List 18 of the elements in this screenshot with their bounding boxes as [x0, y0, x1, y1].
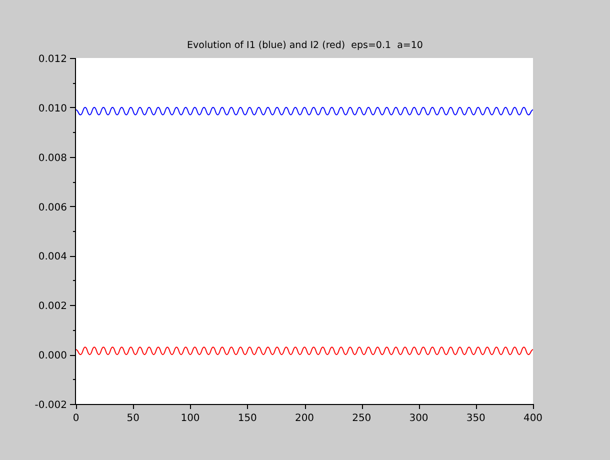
tick-label: 0.004 — [38, 252, 67, 263]
tick-label: 100 — [180, 413, 200, 424]
tick-label: 250 — [352, 413, 372, 424]
tick-label: 400 — [523, 413, 543, 424]
chart-title: Evolution of I1 (blue) and I2 (red) eps=0.1 a=10 — [187, 40, 423, 51]
tick-label: 50 — [126, 413, 140, 424]
tick-label: 200 — [294, 413, 314, 424]
tick-label: 0.000 — [38, 350, 67, 362]
tick-label: 150 — [238, 413, 257, 424]
tick-label: 350 — [466, 413, 486, 424]
tick-label: -0.002 — [34, 400, 67, 411]
tick-label: 0.012 — [38, 54, 67, 65]
tick-label: 0.002 — [38, 301, 67, 312]
tick-label: 0.006 — [38, 202, 67, 214]
tick-label: 0 — [72, 413, 80, 424]
tick-label: 300 — [409, 413, 428, 424]
tick-label: 0.008 — [38, 152, 67, 164]
tick-label: 0.010 — [38, 103, 67, 114]
